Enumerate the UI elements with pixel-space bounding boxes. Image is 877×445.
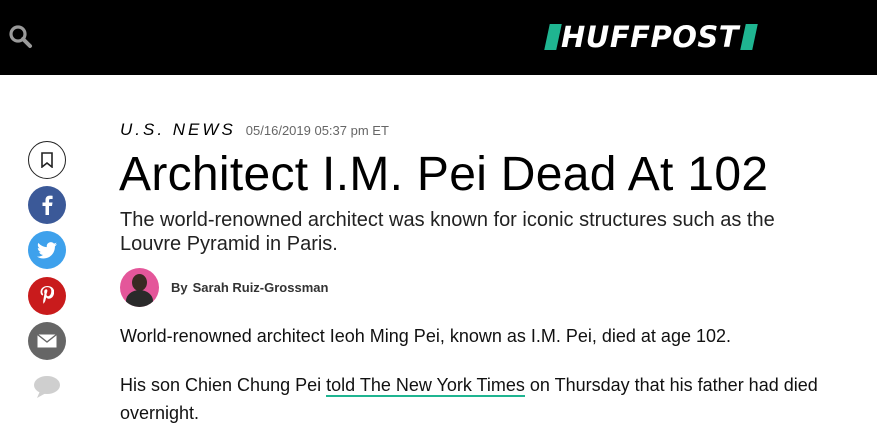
comment-icon [34, 376, 60, 398]
nyt-source-link[interactable]: told The New York Times [326, 375, 525, 397]
article-subheadline: The world-renowned architect was known f… [120, 209, 775, 255]
article-kicker: U.S. NEWS 05/16/2019 05:37 pm ET [120, 120, 389, 140]
bookmark-button[interactable] [28, 141, 66, 179]
logo-text: HUFFPOST [561, 20, 740, 54]
email-share-button[interactable] [28, 322, 66, 360]
avatar-body [126, 290, 153, 307]
pinterest-icon [40, 286, 54, 304]
top-bar: HUFFPOST [0, 0, 877, 75]
bookmark-icon [41, 152, 53, 168]
byline-prefix: By [171, 280, 188, 295]
article-paragraph-1: World-renowned architect Ieoh Ming Pei, … [120, 326, 731, 346]
article-headline: Architect I.M. Pei Dead At 102 [119, 148, 769, 201]
twitter-share-button[interactable] [28, 231, 66, 269]
article-paragraph-2: His son Chien Chung Pei told The New Yor… [120, 371, 840, 427]
facebook-share-button[interactable] [28, 186, 66, 224]
pinterest-share-button[interactable] [28, 277, 66, 315]
paragraph-2-text-before: His son Chien Chung Pei [120, 375, 327, 395]
publish-timestamp: 05/16/2019 05:37 pm ET [245, 123, 389, 138]
facebook-icon [42, 195, 53, 215]
huffpost-logo[interactable]: HUFFPOST [544, 20, 758, 54]
avatar-head [132, 274, 147, 291]
author-name-link[interactable]: Sarah Ruiz-Grossman [193, 280, 329, 295]
byline: By Sarah Ruiz-Grossman [120, 268, 328, 307]
author-avatar[interactable] [120, 268, 159, 307]
logo-bar-left [544, 24, 562, 50]
mail-icon [37, 334, 57, 348]
comment-button[interactable] [28, 368, 66, 406]
twitter-icon [37, 241, 57, 258]
search-icon[interactable] [8, 24, 34, 50]
section-link[interactable]: U.S. NEWS [120, 120, 236, 140]
logo-bar-right [740, 24, 758, 50]
